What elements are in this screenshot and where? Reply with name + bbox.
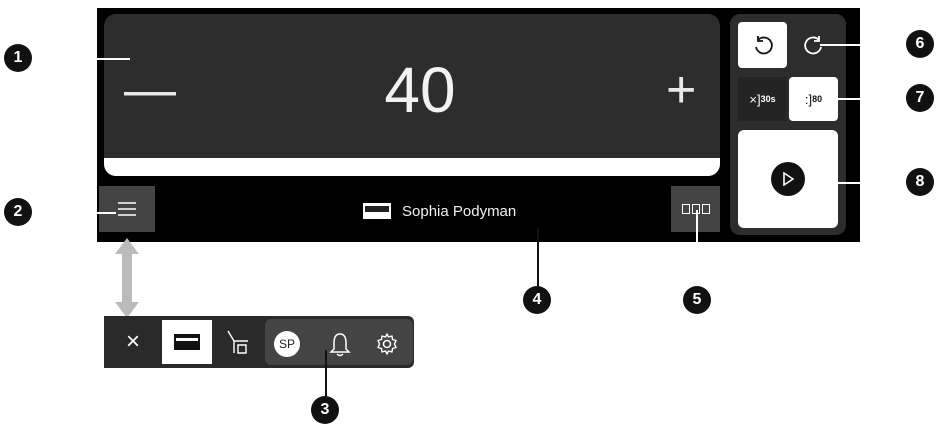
callout-line <box>696 210 698 288</box>
timer-label: 30s <box>760 94 776 104</box>
callout-line <box>826 182 908 184</box>
callout-line <box>820 44 908 46</box>
menu-button[interactable] <box>99 186 155 232</box>
hamburger-icon <box>118 202 136 216</box>
play-icon <box>783 172 794 186</box>
close-button[interactable]: × <box>108 320 158 364</box>
callout-line <box>537 228 539 288</box>
avatar[interactable]: SP <box>274 331 300 357</box>
cart-tab[interactable] <box>214 320 262 364</box>
settings-button[interactable] <box>364 322 410 366</box>
callout-badge: 4 <box>523 286 551 314</box>
user-name: Sophia Podyman <box>402 202 517 220</box>
decrement-button[interactable]: — <box>124 64 176 116</box>
callout-line <box>40 58 130 60</box>
callout-badge: 3 <box>311 396 339 424</box>
undo-icon <box>754 36 773 55</box>
callout-line <box>826 98 908 100</box>
counter-icon: :] <box>804 91 813 107</box>
timer-icon: ×] <box>749 91 761 107</box>
bell-icon <box>329 333 351 357</box>
counter-label: 80 <box>812 94 823 104</box>
undo-button[interactable] <box>738 22 787 68</box>
card-icon <box>174 334 200 350</box>
callout-badge: 6 <box>906 30 934 58</box>
callout-badge: 1 <box>4 44 32 72</box>
callout-line <box>325 350 327 398</box>
grid-icon <box>681 204 690 214</box>
user-indicator[interactable]: Sophia Podyman <box>362 200 516 222</box>
card-icon <box>363 203 391 219</box>
callout-badge: 7 <box>906 84 934 112</box>
cart-icon <box>227 330 248 354</box>
callout-badge: 2 <box>4 198 32 226</box>
callout-badge: 5 <box>683 286 711 314</box>
value-display: 40 <box>384 54 456 126</box>
callout-badge: 8 <box>906 168 934 196</box>
callout-line <box>36 212 116 214</box>
gear-icon <box>377 333 397 355</box>
play-button[interactable] <box>738 130 838 228</box>
progress-bar <box>104 158 720 176</box>
double-arrow-icon <box>115 238 139 318</box>
card-tab[interactable] <box>162 320 212 364</box>
timer-button[interactable]: ×] 30s <box>738 77 787 121</box>
increment-button[interactable]: + <box>666 64 696 116</box>
